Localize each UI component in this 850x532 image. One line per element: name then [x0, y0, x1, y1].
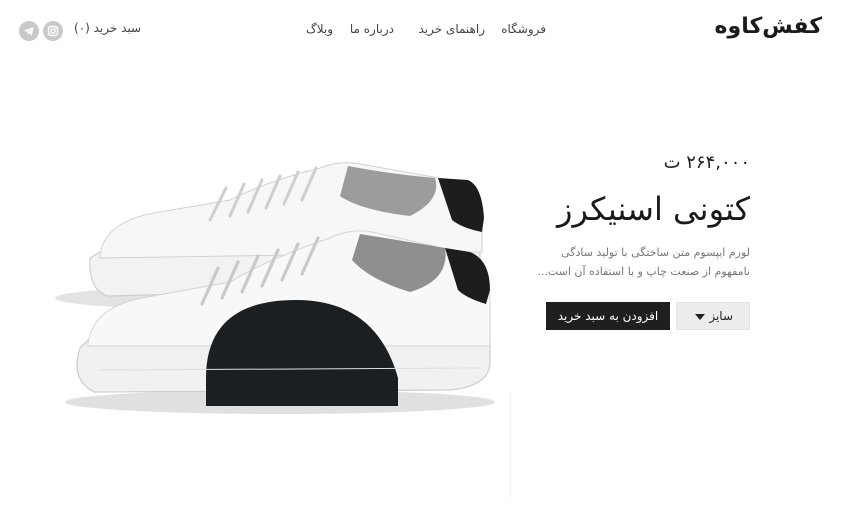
nav-item-shop[interactable]: فروشگاه [501, 22, 546, 36]
divider [510, 392, 511, 498]
nav-item-about[interactable]: درباره ما [350, 22, 394, 36]
size-select[interactable]: سایز [676, 302, 750, 330]
sneakers-illustration [55, 162, 495, 414]
instagram-icon[interactable] [43, 21, 63, 41]
description-line-1: لورم ایپسوم متن ساختگی با تولید سادگی [561, 246, 750, 259]
site-header: کفش‌کاوه فروشگاه راهنمای خرید درباره ما … [0, 0, 850, 60]
nav-item-guide[interactable]: راهنمای خرید [418, 22, 485, 36]
product-price: ۲۶۴,۰۰۰ ت [663, 152, 750, 173]
nav-item-blog[interactable]: وبلاگ [306, 22, 333, 36]
product-image [30, 140, 510, 420]
product-title: کتونی اسنیکرز [557, 190, 750, 228]
caret-down-icon [695, 314, 705, 320]
description-line-2: نامفهوم از صنعت چاپ و با استفاده آن است.… [537, 265, 750, 278]
cart-link[interactable]: سبد خرید (۰) [74, 21, 141, 35]
add-to-cart-button[interactable]: افزودن به سبد خرید [546, 302, 670, 330]
size-label: سایز [709, 309, 733, 323]
product-description: لورم ایپسوم متن ساختگی با تولید سادگی نا… [490, 243, 750, 281]
telegram-icon[interactable] [19, 21, 39, 41]
